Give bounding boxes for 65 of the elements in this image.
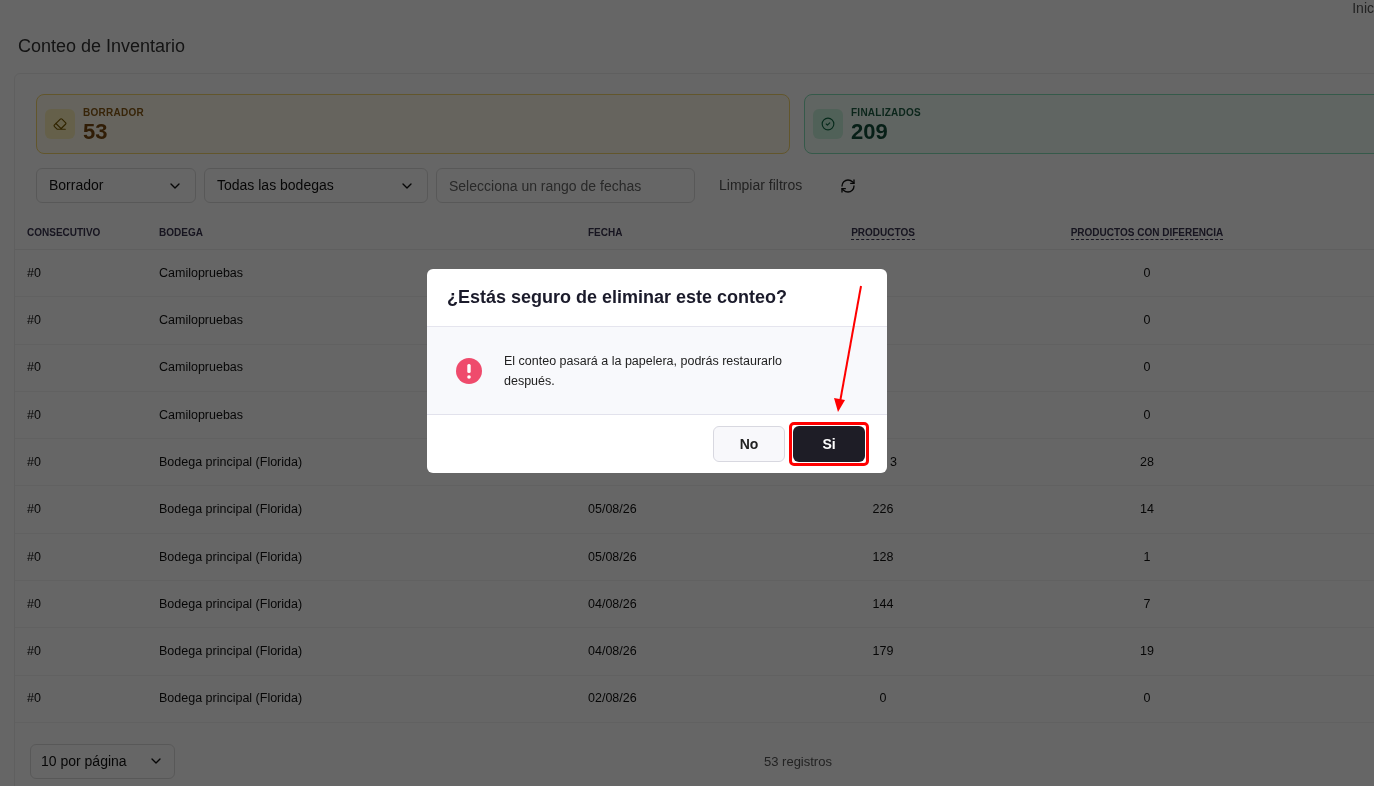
table-cell: #0 (27, 596, 41, 611)
nav-link[interactable]: Inic (1352, 0, 1374, 16)
table-cell: 7 (1143, 596, 1151, 611)
table-cell: #0 (27, 691, 41, 706)
table-cell: 14 (1140, 502, 1154, 517)
column-header: BODEGA (159, 226, 203, 240)
column-header: FECHA (588, 226, 623, 240)
table-cell: Bodega principal (Florida) (159, 596, 303, 611)
table-cell: 19 (1140, 644, 1154, 659)
refresh-icon[interactable] (840, 177, 857, 194)
eraser-icon (45, 109, 75, 139)
table-cell: 0 (1143, 265, 1151, 280)
warning-icon (456, 357, 482, 384)
table-cell: 0 (879, 691, 887, 706)
table-cell: 02/08/26 (588, 691, 637, 706)
table-cell: Camilopruebas (159, 360, 244, 375)
status-select[interactable]: Borrador (36, 168, 196, 203)
table-cell: #0 (27, 502, 41, 517)
stat-label: FINALIZADOS (851, 105, 921, 120)
table-cell: 0 (1143, 313, 1151, 328)
table-cell: #0 (27, 549, 41, 564)
table-cell: Bodega principal (Florida) (159, 502, 303, 517)
table-cell: 04/08/26 (588, 596, 637, 611)
table-cell: 128 (872, 549, 894, 564)
table-cell: 226 (872, 502, 894, 517)
table-cell: 05/08/26 (588, 502, 637, 517)
table-cell: 04/08/26 (588, 644, 637, 659)
table-cell: Camilopruebas (159, 265, 244, 280)
table-cell: Bodega principal (Florida) (159, 691, 303, 706)
page-size-select[interactable]: 10 por página (30, 743, 175, 779)
table-cell: 05/08/26 (588, 549, 637, 564)
confirm-button[interactable]: Si (793, 426, 865, 462)
table-cell: 0 (1143, 691, 1151, 706)
table-cell: #0 (27, 454, 41, 469)
table-cell: #0 (27, 313, 41, 328)
date-range-field[interactable]: Selecciona un rango de fechas (436, 168, 695, 203)
table-cell: Bodega principal (Florida) (159, 549, 303, 564)
table-cell: Camilopruebas (159, 407, 244, 422)
table-cell: 0 (1143, 360, 1151, 375)
record-count: 53 registros (764, 752, 832, 771)
table-cell: #0 (27, 360, 41, 375)
table-cell: #0 (27, 644, 41, 659)
cancel-button[interactable]: No (713, 426, 785, 462)
table-cell: 3 (890, 454, 897, 469)
table-cell: Bodega principal (Florida) (159, 644, 303, 659)
page-title: Conteo de Inventario (18, 35, 187, 58)
table-cell: Bodega principal (Florida) (159, 454, 303, 469)
table-cell: 144 (872, 596, 894, 611)
warehouse-select[interactable]: Todas las bodegas (204, 168, 428, 203)
stat-value: 53 (83, 119, 109, 144)
stat-value: 209 (851, 119, 889, 144)
table-cell: #0 (27, 407, 41, 422)
table-cell: #0 (27, 265, 41, 280)
table-cell: 28 (1140, 454, 1154, 469)
dialog-title: ¿Estás seguro de eliminar este conteo? (447, 286, 788, 309)
table-cell: 179 (872, 644, 894, 659)
clear-filters-button[interactable]: Limpiar filtros (719, 175, 803, 196)
table-cell: Camilopruebas (159, 313, 244, 328)
stat-label: BORRADOR (83, 105, 144, 120)
column-header[interactable]: PRODUCTOS (851, 226, 915, 240)
dialog-message: El conteo pasará a la papelera, podrás restaurarlo después. (504, 352, 783, 390)
table-cell: 1 (1143, 549, 1151, 564)
column-header[interactable]: PRODUCTOS CON DIFERENCIA (1070, 226, 1224, 240)
column-header: CONSECUTIVO (27, 226, 101, 240)
table-cell: 0 (1143, 407, 1151, 422)
